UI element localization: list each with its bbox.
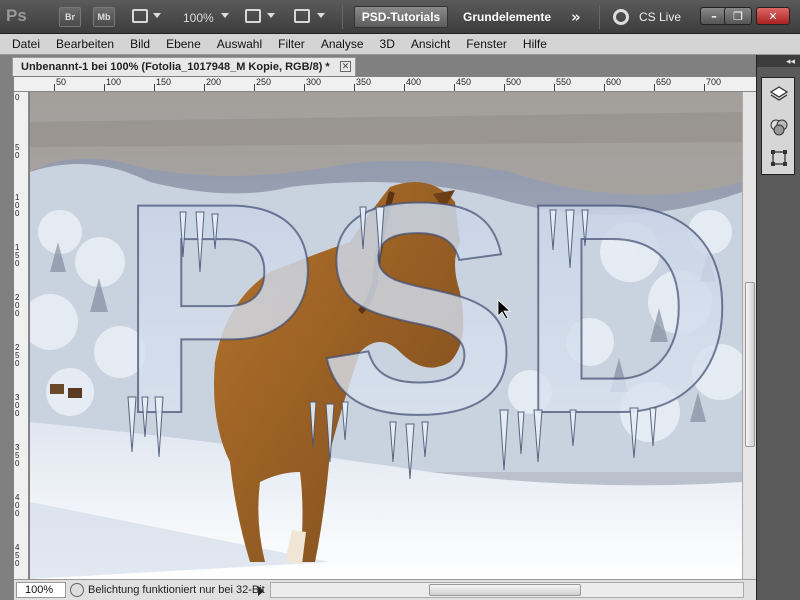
ruler-h-tick xyxy=(554,84,555,91)
canvas-image: PSD xyxy=(30,92,742,579)
ruler-v-label: 400 xyxy=(15,493,20,518)
ruler-h-label: 350 xyxy=(356,77,372,87)
ruler-h-label: 450 xyxy=(456,77,472,87)
menu-ebene[interactable]: Ebene xyxy=(158,37,209,51)
ruler-v-label: 200 xyxy=(15,293,20,318)
ruler-h-tick xyxy=(354,84,355,91)
chevron-down-icon[interactable] xyxy=(221,13,229,18)
ruler-h-tick xyxy=(704,84,705,91)
minibridge-button[interactable]: Mb xyxy=(93,7,115,27)
ruler-h-label: 100 xyxy=(106,77,122,87)
bridge-button[interactable]: Br xyxy=(59,7,81,27)
status-text: Belichtung funktioniert nur bei 32-Bit xyxy=(88,584,265,596)
panel-icons xyxy=(761,77,795,175)
cs-live-label[interactable]: CS Live xyxy=(639,10,681,24)
close-tab-icon[interactable]: ✕ xyxy=(340,61,351,72)
panel-collapse-button[interactable]: ◂◂ xyxy=(757,55,800,67)
separator xyxy=(599,5,600,29)
separator xyxy=(342,5,343,29)
ruler-h-label: 700 xyxy=(706,77,722,87)
menu-bild[interactable]: Bild xyxy=(122,37,158,51)
menu-hilfe[interactable]: Hilfe xyxy=(515,37,555,51)
application-bar: Ps Br Mb 100% PSD-Tutorials Grundelement… xyxy=(0,0,800,34)
screen-mode-icon[interactable] xyxy=(294,9,310,23)
document-tab[interactable]: Unbenannt-1 bei 100% (Fotolia_1017948_M … xyxy=(12,57,356,76)
ruler-v-label: 100 xyxy=(15,193,20,218)
menu-bearbeiten[interactable]: Bearbeiten xyxy=(48,37,122,51)
ruler-h-tick xyxy=(504,84,505,91)
ruler-v-label: 300 xyxy=(15,393,20,418)
ruler-h-tick xyxy=(154,84,155,91)
status-bar: 100% Belichtung funktioniert nur bei 32-… xyxy=(14,579,756,600)
ruler-h-tick xyxy=(604,84,605,91)
ruler-v-label: 350 xyxy=(15,443,20,468)
workspace-grundelemente[interactable]: Grundelemente xyxy=(463,10,551,24)
ruler-h-tick xyxy=(454,84,455,91)
ruler-h-label: 150 xyxy=(156,77,172,87)
ruler-h-label: 650 xyxy=(656,77,672,87)
chevron-down-icon[interactable] xyxy=(267,13,275,18)
vertical-scroll-thumb[interactable] xyxy=(745,282,755,447)
horizontal-scroll-thumb[interactable] xyxy=(429,584,581,596)
ruler-h-tick xyxy=(254,84,255,91)
ruler-v-label: 50 xyxy=(15,143,20,160)
ruler-h-label: 300 xyxy=(306,77,322,87)
transform-icon[interactable] xyxy=(769,148,789,168)
channels-icon[interactable] xyxy=(769,116,789,136)
ruler-h-tick xyxy=(654,84,655,91)
ruler-v-label: 250 xyxy=(15,343,20,368)
menu-auswahl[interactable]: Auswahl xyxy=(209,37,270,51)
ruler-h-label: 550 xyxy=(556,77,572,87)
menu-analyse[interactable]: Analyse xyxy=(313,37,372,51)
horizontal-ruler[interactable]: 50 100 150 200 250 300 350 400 450 500 550 600 650 70… xyxy=(14,77,756,92)
menu-datei[interactable]: Datei xyxy=(4,37,48,51)
horizontal-scrollbar[interactable] xyxy=(270,582,744,598)
view-extras-icon[interactable] xyxy=(132,9,148,23)
ruler-v-label: 0 xyxy=(15,93,20,102)
image-canvas[interactable]: PSD xyxy=(30,92,742,579)
ruler-h-tick xyxy=(304,84,305,91)
status-menu-arrow-icon[interactable] xyxy=(258,586,264,596)
ruler-h-label: 400 xyxy=(406,77,422,87)
more-workspaces-icon[interactable]: » xyxy=(571,8,581,26)
restore-button[interactable]: ❐ xyxy=(724,7,752,25)
ruler-h-tick xyxy=(54,84,55,91)
menu-ansicht[interactable]: Ansicht xyxy=(403,37,458,51)
ruler-v-label: 450 xyxy=(15,543,20,568)
chevron-down-icon[interactable] xyxy=(153,13,161,18)
document-title: Unbenannt-1 bei 100% (Fotolia_1017948_M … xyxy=(21,61,330,73)
photoshop-logo: Ps xyxy=(6,6,27,25)
workspace-psd-tutorials[interactable]: PSD-Tutorials xyxy=(354,6,448,28)
ruler-v-label: 150 xyxy=(15,243,20,268)
status-zoom-field[interactable]: 100% xyxy=(16,582,66,598)
ruler-h-label: 50 xyxy=(56,77,67,87)
cs-live-icon[interactable] xyxy=(613,9,629,25)
close-button[interactable]: ✕ xyxy=(756,7,790,25)
ruler-h-tick xyxy=(104,84,105,91)
document-area: Unbenannt-1 bei 100% (Fotolia_1017948_M … xyxy=(0,55,756,600)
arrange-documents-icon[interactable] xyxy=(245,9,261,23)
chevron-down-icon[interactable] xyxy=(317,13,325,18)
menu-filter[interactable]: Filter xyxy=(270,37,313,51)
ruler-h-tick xyxy=(404,84,405,91)
menu-fenster[interactable]: Fenster xyxy=(458,37,515,51)
ruler-h-label: 250 xyxy=(256,77,272,87)
ruler-h-label: 500 xyxy=(506,77,522,87)
menu-3d[interactable]: 3D xyxy=(372,37,403,51)
status-info-icon[interactable] xyxy=(70,583,84,597)
panel-dock: ◂◂ xyxy=(756,55,800,600)
vertical-ruler[interactable]: 050100150200250300350400450500 xyxy=(14,92,29,600)
ruler-h-tick xyxy=(204,84,205,91)
menu-bar: Datei Bearbeiten Bild Ebene Auswahl Filt… xyxy=(0,34,800,55)
vertical-scrollbar[interactable] xyxy=(742,92,756,579)
zoom-level[interactable]: 100% xyxy=(183,11,214,25)
layers-icon[interactable] xyxy=(769,84,789,104)
ruler-h-label: 200 xyxy=(206,77,222,87)
ruler-h-label: 600 xyxy=(606,77,622,87)
